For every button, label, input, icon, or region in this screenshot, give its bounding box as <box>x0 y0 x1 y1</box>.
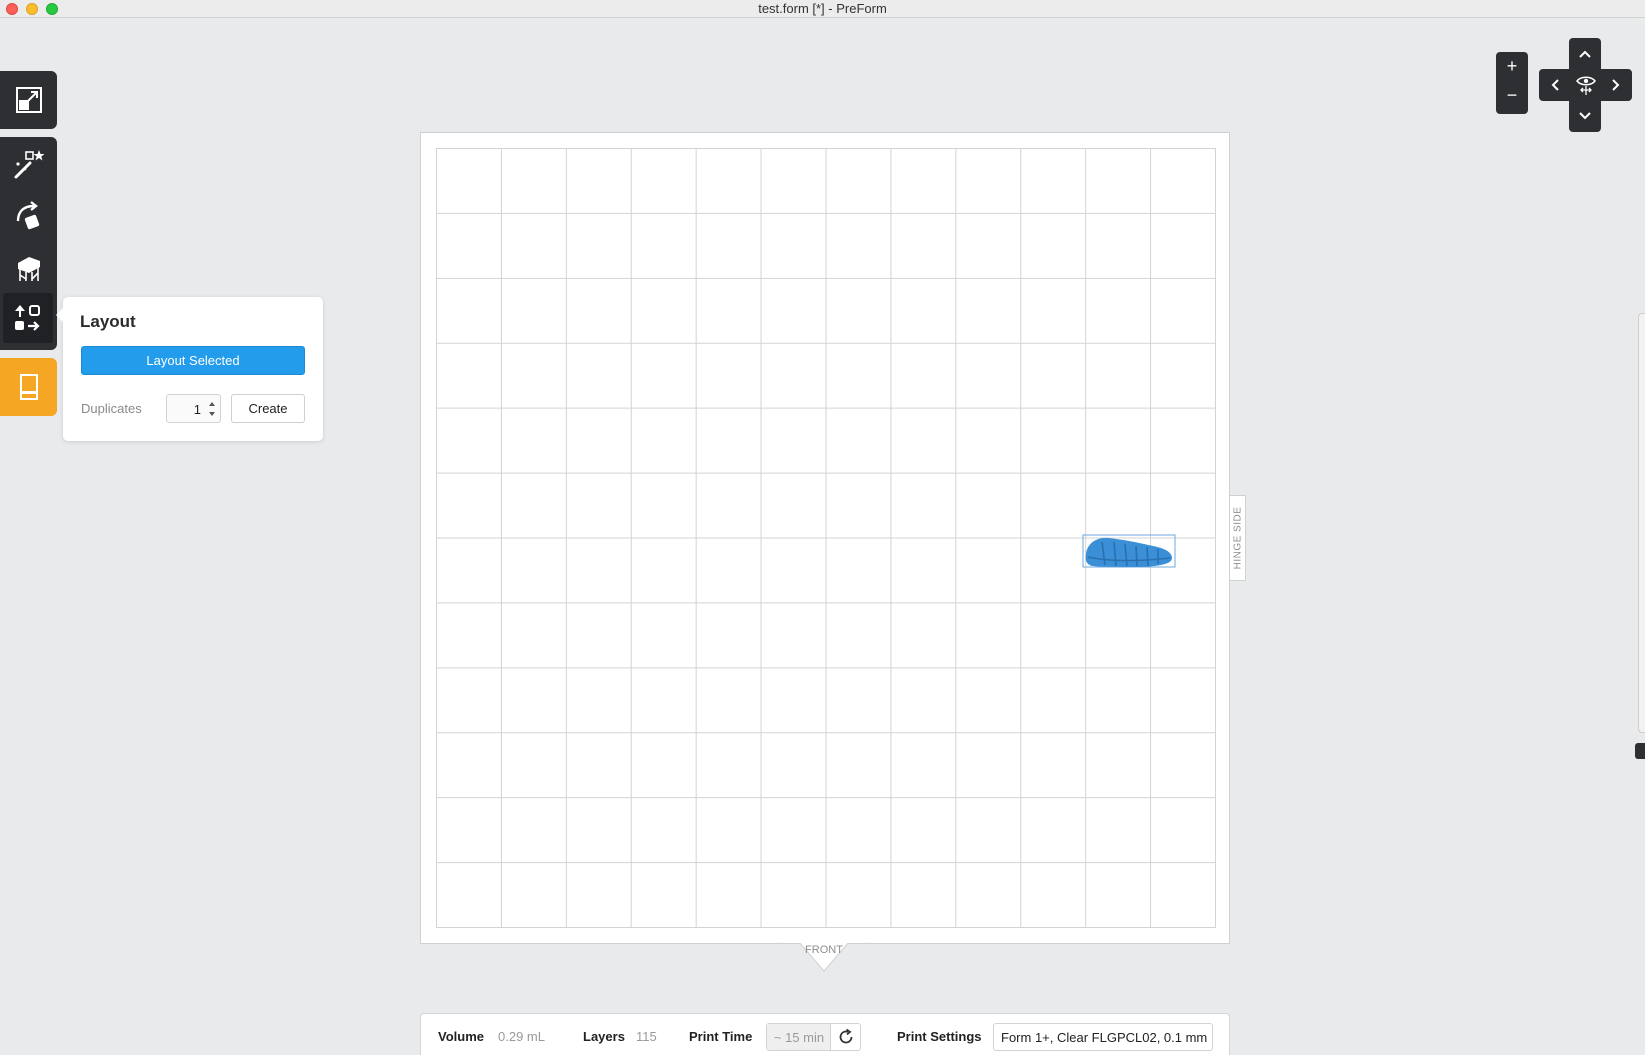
chevron-down-icon <box>1579 112 1591 120</box>
print-settings-label: Print Settings <box>897 1029 982 1044</box>
horizontal-pan-bar <box>1539 69 1632 101</box>
window-title: test.form [*] - PreForm <box>758 1 887 16</box>
side-panel-edge <box>1638 313 1645 733</box>
print-time-label: Print Time <box>689 1029 753 1044</box>
side-panel-toggle[interactable] <box>1635 743 1645 759</box>
model-part[interactable] <box>1085 537 1172 567</box>
chevron-left-icon <box>1551 79 1559 91</box>
layout-panel: Layout Layout Selected Duplicates Create <box>56 297 323 441</box>
pan-down-button[interactable] <box>1569 104 1601 128</box>
status-bar: Volume 0.29 mL Layers 115 Print Time ~ 1… <box>420 1013 1230 1055</box>
print-time-value: ~ 15 min <box>767 1024 831 1050</box>
orientation-button[interactable] <box>0 191 57 241</box>
pan-left-button[interactable] <box>1543 69 1567 101</box>
chevron-up-icon <box>1579 50 1591 58</box>
platform-grid <box>436 148 1216 928</box>
eye-icon <box>1576 76 1596 95</box>
supports-button[interactable] <box>0 243 57 293</box>
print-settings-field[interactable]: Form 1+, Clear FLGPCL02, 0.1 mm <box>993 1023 1213 1051</box>
pan-up-button[interactable] <box>1569 42 1601 66</box>
create-button[interactable]: Create <box>231 394 305 423</box>
layout-tool-button[interactable] <box>3 293 53 343</box>
layers-label: Layers <box>583 1029 625 1044</box>
chevron-right-icon <box>1612 79 1620 91</box>
title-bar: test.form [*] - PreForm <box>0 0 1645 18</box>
reset-view-button[interactable] <box>1571 69 1601 101</box>
front-label: FRONT <box>805 944 843 956</box>
layout-selected-button[interactable]: Layout Selected <box>81 346 305 375</box>
supports-icon <box>17 257 40 281</box>
stepper-up-icon[interactable] <box>209 402 215 406</box>
duplicates-stepper[interactable] <box>166 394 221 423</box>
zoom-controls: + − <box>1496 52 1528 114</box>
printer-icon <box>19 374 38 400</box>
popup-arrow <box>56 307 64 323</box>
pan-right-button[interactable] <box>1604 69 1628 101</box>
build-platform[interactable] <box>420 132 1230 944</box>
duplicates-input[interactable] <box>169 399 201 419</box>
expand-icon <box>15 87 42 113</box>
stepper-down-icon[interactable] <box>209 412 215 416</box>
magic-wand-icon <box>14 150 44 179</box>
volume-label: Volume <box>438 1029 484 1044</box>
fit-view-button[interactable] <box>0 71 57 129</box>
layers-value: 115 <box>636 1029 657 1044</box>
rotate-icon <box>16 201 39 230</box>
refresh-print-time-button[interactable] <box>830 1024 860 1050</box>
hinge-side-tab: HINGE SIDE <box>1230 495 1246 581</box>
printer-button[interactable] <box>0 358 57 416</box>
volume-value: 0.29 mL <box>498 1029 545 1044</box>
layout-panel-title: Layout <box>80 312 136 331</box>
zoom-out-button[interactable]: − <box>1496 85 1528 106</box>
tool-group <box>0 137 57 350</box>
zoom-in-button[interactable]: + <box>1496 56 1528 77</box>
layout-icon <box>15 305 40 331</box>
refresh-icon <box>839 1028 852 1044</box>
front-marker: FRONT <box>781 942 867 972</box>
print-time-field: ~ 15 min <box>766 1023 861 1051</box>
one-click-print-button[interactable] <box>0 139 57 189</box>
hinge-side-label: HINGE SIDE <box>1232 506 1243 570</box>
duplicates-label: Duplicates <box>81 401 142 416</box>
